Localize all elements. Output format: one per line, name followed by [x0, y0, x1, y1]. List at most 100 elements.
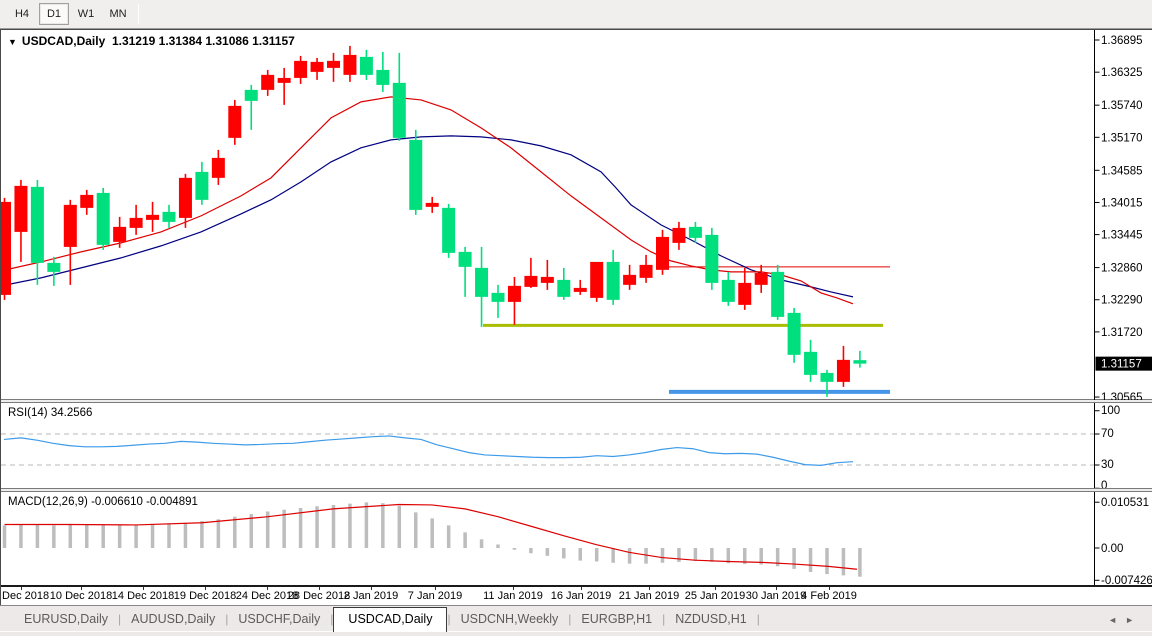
tab-scroll-left-icon[interactable]: ◄: [1108, 615, 1125, 625]
macd-histogram-bar: [677, 548, 681, 562]
main-chart-panel[interactable]: ▼USDCAD,Daily 1.31219 1.31384 1.31086 1.…: [1, 29, 1152, 399]
candle-body: [278, 78, 291, 83]
macd-histogram-bar: [36, 525, 40, 548]
macd-histogram-bar: [52, 525, 56, 548]
rsi-plot[interactable]: 10070300: [1, 403, 1152, 488]
symbol-tab-usdcad[interactable]: USDCAD,Daily: [333, 607, 447, 632]
macd-histogram-bar: [398, 506, 402, 548]
price-axis-label: 1.33445: [1101, 230, 1143, 242]
candle-body: [179, 178, 192, 218]
time-axis-label: 19 Dec 2018: [174, 590, 236, 602]
toolbar-separator: [138, 4, 139, 24]
macd-histogram-bar: [217, 519, 221, 548]
rsi-label: RSI(14) 34.2566: [8, 407, 92, 419]
macd-histogram-bar: [595, 548, 599, 561]
candle-body: [426, 203, 439, 207]
timeframe-button-h4[interactable]: H4: [7, 3, 37, 25]
macd-histogram-bar: [200, 521, 204, 548]
symbol-tab-nzdusd[interactable]: NZDUSD,H1: [665, 608, 757, 631]
tab-separator: |: [757, 612, 760, 631]
candle-body: [360, 57, 373, 75]
time-axis-label: 10 Dec 2018: [50, 590, 112, 602]
candle-body: [228, 106, 241, 138]
symbol-tab-eurgbp[interactable]: EURGBP,H1: [571, 608, 662, 631]
time-axis-label: 14 Dec 2018: [112, 590, 174, 602]
rsi-value: 34.2566: [51, 407, 93, 419]
candle-body: [130, 218, 143, 228]
price-axis-label: 1.32290: [1101, 295, 1143, 307]
candle-body: [821, 373, 834, 382]
rsi-panel[interactable]: RSI(14) 34.2566 10070300: [1, 403, 1152, 488]
macd-histogram-bar: [430, 518, 434, 548]
macd-histogram: [3, 502, 862, 576]
macd-histogram-bar: [480, 539, 484, 548]
main-chart-plot[interactable]: 1.368951.363251.357401.351701.345851.340…: [1, 30, 1152, 400]
candle-body: [640, 265, 653, 278]
timeframe-button-d1[interactable]: D1: [39, 3, 69, 25]
candle-body: [508, 286, 521, 302]
macd-histogram-bar: [134, 525, 138, 548]
macd-histogram-bar: [85, 524, 89, 548]
macd-histogram-bar: [546, 548, 550, 556]
macd-histogram-bar: [447, 525, 451, 548]
rsi-line: [4, 436, 853, 465]
symbol-tab-usdchf[interactable]: USDCHF,Daily: [228, 608, 330, 631]
candle-body: [64, 205, 77, 247]
time-axis-label: 7 Jan 2019: [408, 590, 462, 602]
macd-histogram-bar: [562, 548, 566, 558]
macd-label: MACD(12,26,9) -0.006610 -0.004891: [8, 496, 198, 508]
time-axis-label: 2 Jan 2019: [344, 590, 398, 602]
candle-body: [376, 70, 389, 85]
macd-histogram-bar: [628, 548, 632, 564]
macd-histogram-bar: [842, 548, 846, 575]
candlestick-series: [1, 46, 866, 397]
candle-body: [1, 202, 11, 295]
macd-panel[interactable]: MACD(12,26,9) -0.006610 -0.004891 0.0105…: [1, 492, 1152, 585]
ma-slow-line: [1, 136, 853, 297]
symbol-tab-bar: EURUSD,Daily|AUDUSD,Daily|USDCHF,Daily|U…: [0, 605, 1152, 631]
symbol-tab-eurusd[interactable]: EURUSD,Daily: [14, 608, 118, 631]
macd-histogram-bar: [710, 548, 714, 562]
price-axis-label: 1.35170: [1101, 132, 1143, 144]
macd-histogram-bar: [233, 517, 237, 548]
tab-scroll-right-icon[interactable]: ►: [1125, 615, 1142, 625]
candle-body: [738, 283, 751, 305]
candle-body: [557, 280, 570, 297]
candle-body: [31, 187, 44, 263]
macd-histogram-bar: [825, 548, 829, 574]
rsi-axis-label: 0: [1101, 480, 1107, 488]
rsi-axis-label: 70: [1101, 428, 1114, 440]
chart-ohlc-values: 1.31219 1.31384 1.31086 1.31157: [112, 34, 295, 48]
time-axis[interactable]: 5 Dec 201810 Dec 201814 Dec 201819 Dec 2…: [1, 585, 1152, 605]
candle-body: [492, 293, 505, 302]
price-axis-label: 1.36895: [1101, 35, 1143, 47]
candle-body: [788, 313, 801, 355]
status-strip: [0, 631, 1152, 635]
time-axis-label: 25 Jan 2019: [685, 590, 746, 602]
candle-body: [343, 55, 356, 75]
timeframe-button-w1[interactable]: W1: [71, 3, 101, 25]
candle-body: [163, 212, 176, 222]
current-price-label: 1.31157: [1101, 359, 1142, 371]
candle-body: [442, 208, 455, 253]
price-axis[interactable]: 1.368951.363251.357401.351701.345851.340…: [1095, 30, 1152, 400]
candle-body: [80, 195, 93, 208]
candle-body: [771, 272, 784, 317]
macd-histogram-bar: [694, 548, 698, 561]
candle-body: [541, 277, 554, 283]
candle-body: [705, 235, 718, 283]
macd-histogram-bar: [792, 548, 796, 569]
timeframe-button-mn[interactable]: MN: [103, 3, 133, 25]
candle-body: [672, 228, 685, 243]
macd-axis-label: 0.00: [1101, 543, 1123, 555]
macd-histogram-bar: [69, 525, 73, 548]
macd-values: -0.006610 -0.004891: [91, 496, 198, 508]
macd-histogram-bar: [579, 548, 583, 561]
symbol-tab-audusd[interactable]: AUDUSD,Daily: [121, 608, 225, 631]
symbol-tab-usdcnh[interactable]: USDCNH,Weekly: [451, 608, 569, 631]
time-axis-label: 4 Feb 2019: [801, 590, 857, 602]
candle-body: [113, 227, 126, 242]
symbol-dropdown-icon[interactable]: ▼: [8, 37, 17, 47]
macd-histogram-bar: [414, 512, 418, 548]
candle-body: [623, 275, 636, 285]
